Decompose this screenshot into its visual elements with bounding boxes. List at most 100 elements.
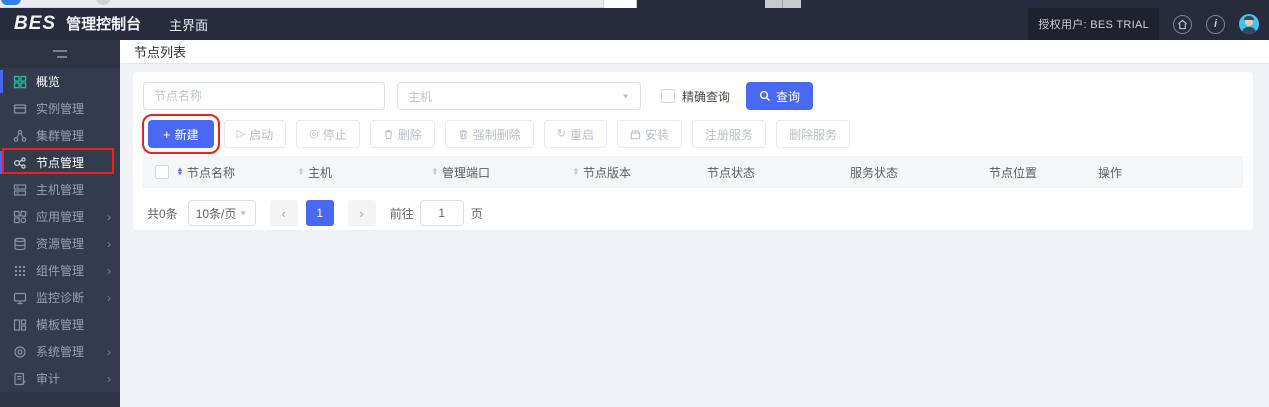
restart-button[interactable]: ↻ 重启 [543,120,607,148]
page-title-bar: 节点列表 [120,40,1269,64]
cluster-icon [13,129,27,143]
sort-icon[interactable]: ▲ ▼ [572,167,579,177]
sidebar-item-label: 资源管理 [36,237,85,251]
app-header: BES 管理控制台 主界面 授权用户: BES TRIAL i [0,8,1269,40]
host-select-placeholder: 主机 [408,89,433,104]
column-header-node-version[interactable]: ▲ ▼ 节点版本 [572,164,707,181]
next-page-button[interactable]: › [347,200,376,226]
page-size-select[interactable]: 10条/页 ▼ [187,200,256,226]
sidebar-item-host-management[interactable]: 主机管理 [0,176,120,203]
chevron-right-icon: › [107,371,111,386]
delete-service-button[interactable]: 删除服务 [776,120,851,148]
goto-page-input[interactable] [419,200,464,226]
resource-icon [13,237,27,251]
sort-icon[interactable]: ▲ ▼ [431,167,438,177]
column-header-node-status: 节点状态 [707,164,850,181]
exact-query-checkbox[interactable] [661,89,675,103]
sidebar-item-label: 节点管理 [36,156,85,170]
restart-icon: ↻ [556,127,566,140]
column-header-node-name[interactable]: ▲ ▼ 节点名称 [176,164,298,181]
delete-service-label: 删除服务 [789,127,838,142]
sidebar-item-system-management[interactable]: 系统管理 › [0,338,120,365]
monitor-icon [13,291,27,305]
sidebar-item-monitoring-diagnosis[interactable]: 监控诊断 › [0,284,120,311]
filter-row: 主机 ▼ 精确查询 查询 [143,82,1243,110]
host-select[interactable]: 主机 ▼ [397,82,641,110]
browser-dropdown-edge [603,0,637,8]
sidebar-item-template-management[interactable]: 模板管理 [0,311,120,338]
select-all-checkbox[interactable] [155,165,169,179]
content-area: 主机 ▼ 精确查询 查询 [120,64,1269,407]
start-button-label: 启动 [249,127,274,142]
column-header-host[interactable]: ▲ ▼ 主机 [297,164,432,181]
user-avatar[interactable] [1239,14,1259,34]
active-indicator-bar [0,151,3,174]
force-delete-button[interactable]: 强制删除 [444,120,534,148]
sidebar-item-cluster-management[interactable]: 集群管理 [0,122,120,149]
sidebar-item-label: 应用管理 [36,210,85,224]
table-header-row: ▲ ▼ 节点名称 ▲ ▼ 主机 ▲ ▼ 管理端口 ▲ ▼ 节点版本 节点状态 服… [143,156,1243,188]
sidebar-item-instance-management[interactable]: 实例管理 [0,95,120,122]
system-gear-icon [13,345,27,359]
sidebar-item-resource-management[interactable]: 资源管理 › [0,230,120,257]
template-icon [13,318,27,332]
main-area: 节点列表 主机 ▼ 精确查询 [120,40,1269,407]
authorized-user-badge: 授权用户: BES TRIAL [1028,8,1159,40]
browser-toolbar-strip [0,0,637,8]
sidebar-item-label: 审计 [36,372,61,386]
exact-query-checkbox-wrap[interactable]: 精确查询 [661,88,730,105]
column-header-node-location: 节点位置 [989,164,1098,181]
logo-bes-text: BES [14,13,57,34]
chevron-right-icon: › [107,290,111,305]
sidebar-item-node-management[interactable]: 节点管理 [0,149,120,176]
logo-suffix-text: 管理控制台 [66,16,142,33]
restart-button-label: 重启 [569,127,594,142]
sidebar-item-overview[interactable]: 概览 [0,68,120,95]
home-icon[interactable] [1173,14,1192,34]
divider [782,0,783,8]
sidebar-item-audit[interactable]: 审计 › [0,365,120,392]
sidebar-collapse-row[interactable] [0,40,120,68]
sidebar-item-component-management[interactable]: 组件管理 › [0,257,120,284]
search-button[interactable]: 查询 [746,82,814,110]
select-all-cell [143,165,177,179]
register-service-button[interactable]: 注册服务 [692,120,767,148]
delete-button[interactable]: 删除 [369,120,435,148]
node-icon [13,156,27,170]
play-icon: ▷ [236,127,246,140]
trash-icon [383,129,394,140]
info-icon[interactable]: i [1206,14,1225,34]
tab-main-ui[interactable]: 主界面 [169,15,208,34]
exact-query-label: 精确查询 [682,89,731,104]
install-button[interactable]: 安装 [616,120,682,148]
sidebar-item-app-management[interactable]: 应用管理 › [0,203,120,230]
install-box-icon [630,129,641,140]
chevron-right-icon: › [107,263,111,278]
force-delete-button-label: 强制删除 [472,127,521,142]
search-button-label: 查询 [776,89,801,104]
page-size-value: 10条/页 [195,206,237,221]
force-delete-icon [458,129,469,140]
start-button[interactable]: ▷ 启动 [223,120,287,148]
column-label: 服务状态 [850,165,899,180]
node-name-input[interactable] [143,82,385,110]
chevron-right-icon: › [107,344,111,359]
sidebar-item-label: 概览 [36,75,61,89]
create-button-label: 新建 [174,127,199,142]
column-label: 操作 [1098,165,1123,180]
sidebar-item-label: 模板管理 [36,318,85,332]
stop-button[interactable]: ◎ 停止 [296,120,360,148]
sort-icon[interactable]: ▲ ▼ [297,167,304,177]
collapse-sidebar-icon [53,50,67,58]
sidebar-item-label: 监控诊断 [36,291,85,305]
page-number-button[interactable]: 1 [305,200,334,226]
sidebar-item-label: 系统管理 [36,345,85,359]
total-count: 共0条 [147,206,178,221]
column-label: 节点名称 [186,165,235,180]
prev-page-button[interactable]: ‹ [269,200,298,226]
column-header-mgmt-port[interactable]: ▲ ▼ 管理端口 [431,164,573,181]
sidebar-footer [0,392,120,407]
sort-icon[interactable]: ▲ ▼ [176,167,183,177]
create-button[interactable]: + 新建 [142,114,220,154]
column-header-service-status: 服务状态 [850,164,989,181]
